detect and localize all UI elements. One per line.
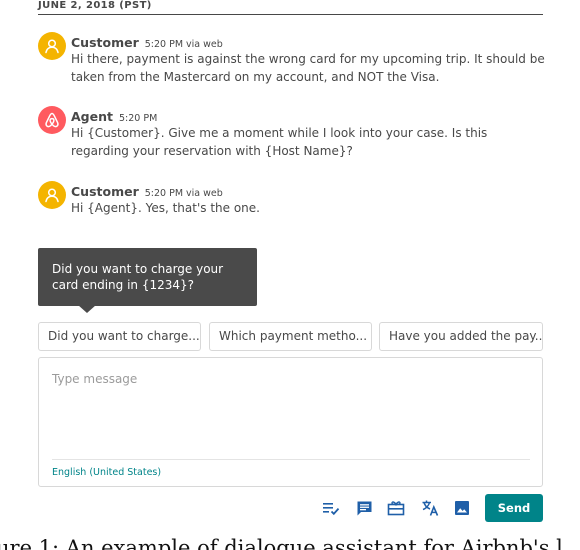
send-button[interactable]: Send [485, 494, 543, 522]
message-text: Hi {Agent}. Yes, that's the one. [71, 201, 260, 215]
suggestion-chip[interactable]: Did you want to charge... [38, 322, 201, 351]
translate-icon [422, 500, 439, 516]
image-button[interactable] [452, 498, 472, 518]
message-meta: Agent 5:20 PM [71, 106, 157, 125]
sender-name: Customer [71, 35, 139, 50]
language-selector[interactable]: English (United States) [52, 467, 161, 478]
composer-divider [52, 459, 530, 460]
figure-caption: ure 1: An example of dialogue assistant … [0, 536, 563, 550]
date-divider [38, 14, 543, 15]
suggestion-chip[interactable]: Which payment metho... [209, 322, 372, 351]
image-icon [455, 501, 469, 515]
agent-avatar [38, 106, 66, 134]
message-template-icon [357, 501, 371, 515]
message-text: Hi there, payment is against the wrong c… [71, 52, 545, 84]
message-input[interactable]: Type message English (United States) [38, 357, 543, 487]
message-meta: Customer 5:20 PM via web [71, 181, 223, 200]
date-header: JUNE 2, 2018 (PST) [38, 0, 152, 11]
message-text: Hi {Customer}. Give me a moment while I … [71, 126, 488, 158]
message-placeholder: Type message [52, 372, 138, 386]
suggestion-tooltip: Did you want to charge your card ending … [38, 248, 257, 306]
sender-name: Customer [71, 184, 139, 199]
figure-caption-crop: ure 1: An example of dialogue assistant … [0, 536, 580, 550]
user-icon [45, 188, 59, 203]
gift-card-button[interactable] [386, 498, 406, 518]
template-button[interactable] [354, 498, 374, 518]
translate-button[interactable] [420, 498, 440, 518]
message-time: 5:20 PM [118, 113, 158, 124]
message-meta: Customer 5:20 PM via web [71, 32, 223, 51]
message-time: 5:20 PM via web [144, 39, 223, 50]
checklist-button[interactable] [321, 498, 341, 518]
checklist-icon [323, 503, 340, 516]
user-icon [45, 39, 59, 54]
airbnb-logo-icon [45, 112, 59, 128]
tooltip-arrow [78, 305, 96, 313]
suggestion-chip[interactable]: Have you added the pay... [379, 322, 543, 351]
gift-card-icon [387, 501, 405, 516]
customer-avatar [38, 32, 66, 60]
message-time: 5:20 PM via web [144, 188, 223, 199]
sender-name: Agent [71, 109, 113, 124]
customer-avatar [38, 181, 66, 209]
